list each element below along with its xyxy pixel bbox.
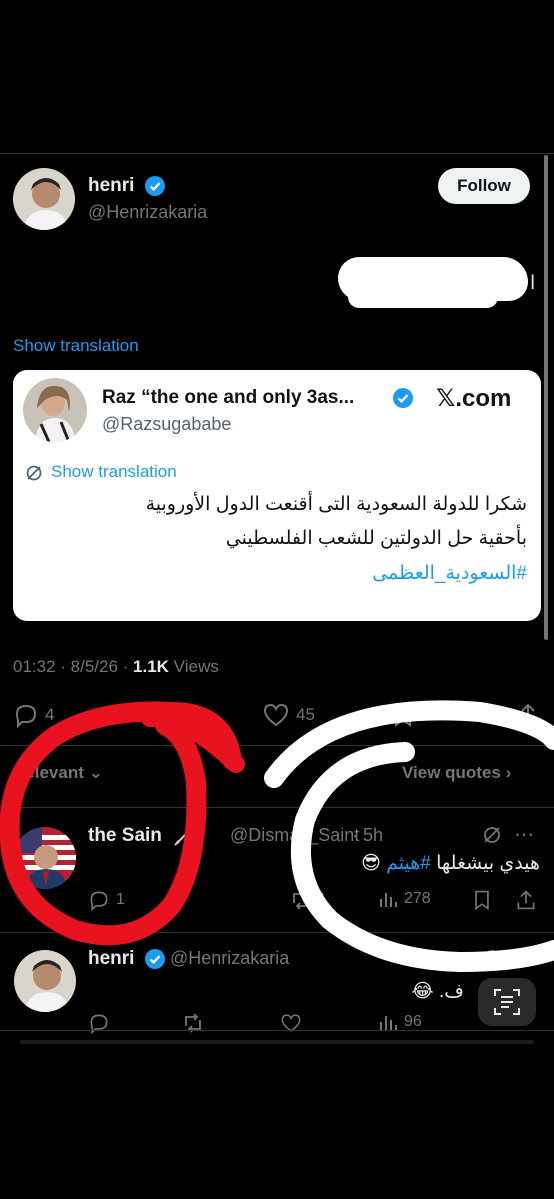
bookmark-icon [392,702,414,728]
follow-button[interactable]: Follow [438,168,530,204]
reply1-views: 278 [404,890,431,907]
verified-badge-icon [145,176,165,196]
bookmark-count: 1 [420,705,430,724]
quoted-handle[interactable]: @Razsugababe [102,414,231,435]
reply1-emoji: 😎 [361,853,381,874]
bookmark-action[interactable]: 1 [392,702,429,728]
reply2-handle[interactable]: @Henrizakaria [170,948,289,969]
retweet-icon [290,889,312,911]
tweet-text-fragment: ا [530,273,536,294]
bottom-divider [0,1030,554,1031]
like-action[interactable]: 45 [262,702,315,728]
reply2-text: ف. 😂 [264,976,464,1007]
reply2-avatar[interactable] [14,950,76,1012]
reply1-more-icon[interactable]: ⋯ [514,822,534,847]
reply-count: 4 [45,705,55,724]
translate-icon [25,464,43,482]
view-quotes-label: View quotes [402,763,501,782]
views-count: 1.1K [133,657,169,676]
view-quotes-link[interactable]: View quotes › [402,763,511,783]
reply2-text-body: ف. [439,981,464,1002]
reply-icon [13,702,39,728]
reply-action[interactable]: 4 [13,702,54,728]
reply-icon [88,889,110,911]
author-avatar[interactable] [13,168,75,230]
reply1-name[interactable]: the Sain [88,825,162,847]
text-scan-icon [492,987,522,1017]
top-divider [0,153,554,154]
reply1-bookmark-icon[interactable] [472,889,492,911]
divider-actions [0,745,554,746]
reply2-verified-badge-icon [145,949,165,969]
views-chart-icon [378,889,398,909]
chevron-down-icon: ⌄ [88,763,103,782]
quoted-name[interactable]: Raz “the one and only 3as... [102,387,354,409]
quoted-hashtag[interactable]: #السعودية_العظمى [17,558,527,589]
chevron-right-icon: › [505,763,512,782]
reply1-text: هيدي بيشغلها #هيثم 😎 [140,848,540,879]
sword-icon [172,824,196,848]
reply1-handle[interactable]: @Dismas_Saint [230,825,359,846]
quoted-verified-badge-icon [393,388,413,408]
scrollbar-thumb[interactable] [544,155,548,640]
author-handle[interactable]: @Henrizakaria [88,202,207,223]
quoted-show-translation-link[interactable]: Show translation [51,462,177,482]
reply1-reply-count: 1 [116,891,125,908]
reply2-views-action[interactable]: 96 [378,1012,422,1032]
views-label: Views [168,657,219,676]
quoted-text-line2: بأحقية حل الدولتين للشعب الفلسطيني [225,528,527,549]
reply1-text-body: هيدي بيشغلها [430,853,540,874]
reply2-views: 96 [404,1013,422,1030]
share-icon[interactable] [516,702,540,728]
reply1-retweet-action[interactable]: 1 [290,889,327,911]
quoted-text-line1: شكرا للدولة السعودية التى أقنعت الدول ال… [145,494,527,515]
reply1-share-icon[interactable] [515,889,537,911]
reply2-name[interactable]: henri [88,948,134,970]
divider-reply1 [0,932,554,933]
reply1-reply-action[interactable]: 1 [88,889,125,911]
quoted-avatar[interactable] [23,378,87,442]
like-count: 45 [296,705,315,724]
bottom-bar-strip [20,1040,534,1044]
reply1-avatar[interactable] [14,827,76,889]
reply1-views-action[interactable]: 278 [378,889,431,909]
show-translation-link[interactable]: Show translation [13,336,139,356]
heart-icon [262,702,290,728]
reply1-time: · 5h [352,825,384,845]
x-com-logo[interactable]: 𝕏.com [436,384,511,413]
reader-mode-button[interactable] [478,978,536,1026]
reply1-grok-icon[interactable] [482,825,502,845]
reply2-more-icon[interactable]: ⋯ [514,945,534,970]
reply2-grok-icon[interactable] [482,948,502,968]
sort-dropdown[interactable]: Relevant ⌄ [13,763,103,783]
tweet-meta: 01:32 · 8/5/26 · 1.1K Views [13,657,219,677]
redacted-text-blob-2 [348,286,498,308]
sort-label: Relevant [13,763,84,782]
quoted-tweet-card[interactable]: Raz “the one and only 3as... 𝕏.com @Razs… [13,370,541,621]
views-chart-icon [378,1012,398,1032]
reply2-emoji: 😂 [411,981,434,1002]
reply1-retweet-count: 1 [318,891,327,908]
divider-sort [0,807,554,808]
reply1-hashtag[interactable]: #هيثم [386,853,431,874]
tweet-timestamp: 01:32 · 8/5/26 · [13,657,134,676]
author-name[interactable]: henri [88,175,134,197]
